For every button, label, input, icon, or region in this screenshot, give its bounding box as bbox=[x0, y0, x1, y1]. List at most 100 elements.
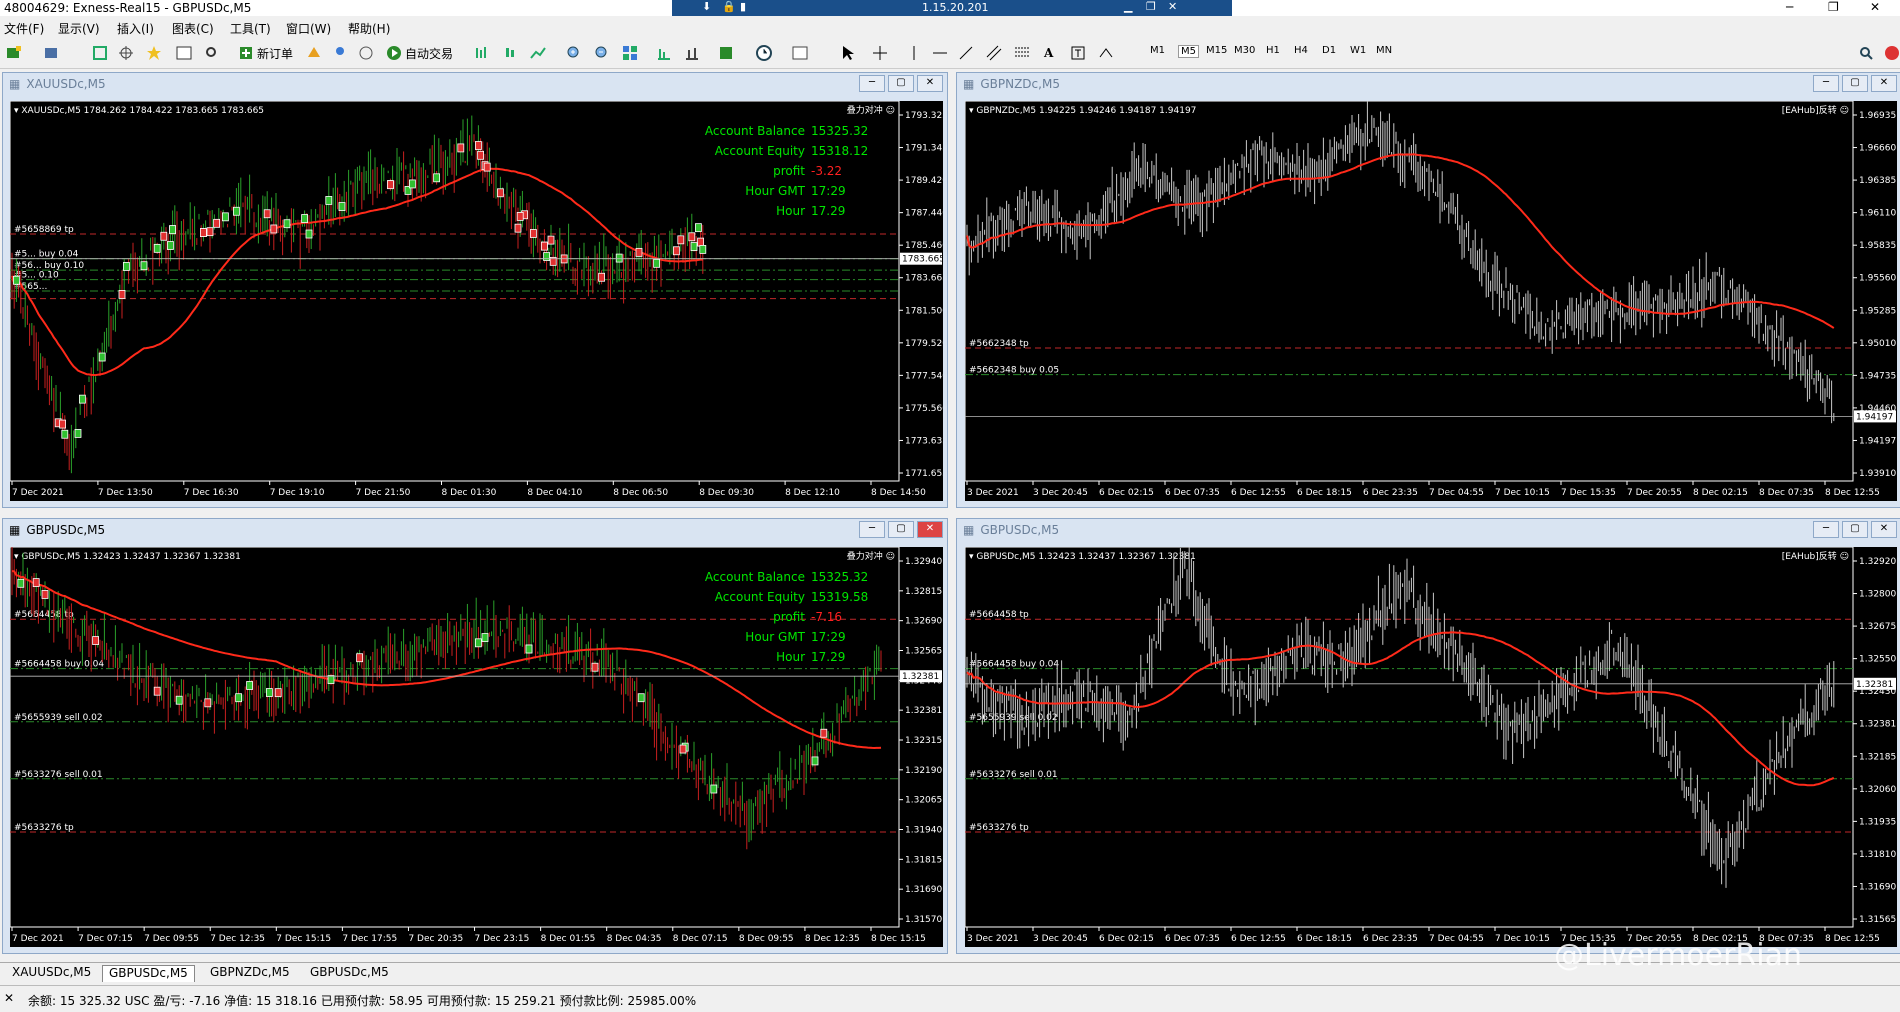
chart-canvas-gbpusd[interactable]: ▾ GBPUSDc,M5 1.32423 1.32437 1.32367 1.3… bbox=[10, 547, 943, 947]
timeframe-m5[interactable]: M5 bbox=[1178, 45, 1199, 58]
wifi-button[interactable] bbox=[358, 44, 374, 62]
trade-marker bbox=[541, 241, 548, 251]
price-label: 1793.325 bbox=[905, 111, 943, 121]
bar-chart-button[interactable] bbox=[474, 44, 490, 62]
fibonacci-button[interactable] bbox=[1014, 44, 1030, 62]
tab-gbpnzd[interactable]: GBPNZDc,M5 bbox=[204, 965, 296, 981]
auto-trading-button[interactable]: 自动交易 bbox=[386, 44, 453, 62]
navigator-button[interactable] bbox=[146, 44, 162, 62]
timeframe-m15[interactable]: M15 bbox=[1206, 45, 1227, 56]
vertical-line-button[interactable] bbox=[906, 44, 922, 62]
timeframe-h1[interactable]: H1 bbox=[1266, 45, 1280, 56]
chart-window-xauusd[interactable]: ▦ XAUUSDc,M5 ─ ▢ ✕ ▾ XAUUSDc,M5 1784.262 17… bbox=[2, 72, 948, 508]
close-icon[interactable]: ✕ bbox=[1871, 75, 1897, 92]
profiles-button[interactable] bbox=[44, 44, 60, 62]
menu-file[interactable]: 文件(F) bbox=[4, 20, 44, 37]
horizontal-line-button[interactable] bbox=[932, 44, 948, 62]
tile-windows-button[interactable] bbox=[622, 44, 638, 62]
new-chart-button[interactable] bbox=[6, 44, 22, 62]
close-icon[interactable]: ✕ bbox=[1871, 521, 1897, 538]
chart-window-gbpusd[interactable]: ▦ GBPUSDc,M5 ─ ▢ ✕ ▾ GBPUSDc,M5 1.32423 1.3… bbox=[956, 518, 1900, 954]
lock-icon[interactable]: 🔒 bbox=[722, 0, 736, 13]
chart-canvas-gbpusd-2[interactable]: ▾ GBPUSDc,M5 1.32423 1.32437 1.32367 1.3… bbox=[965, 547, 1897, 947]
timeframe-d1[interactable]: D1 bbox=[1322, 45, 1336, 56]
close-icon[interactable]: ✕ bbox=[1870, 0, 1880, 14]
close-icon[interactable]: ✕ bbox=[1168, 0, 1177, 13]
menu-help[interactable]: 帮助(H) bbox=[348, 20, 390, 37]
candles-button[interactable] bbox=[502, 44, 518, 62]
menu-insert[interactable]: 插入(I) bbox=[117, 20, 154, 37]
metaeditor-button[interactable] bbox=[306, 44, 322, 62]
chart-window-gbpusd-active[interactable]: ▦ GBPUSDc,M5 ─ ▢ ✕ ▾ GBPUSDc,M5 1.32423 1.3… bbox=[2, 518, 948, 954]
info-label: Hour bbox=[776, 204, 805, 218]
chart-window-gbpnzd[interactable]: ▦ GBPNZDc,M5 ─ ▢ ✕ ▾ GBPNZDc,M5 1.94225 1.9… bbox=[956, 72, 1900, 508]
market-watch-button[interactable] bbox=[92, 44, 108, 62]
trade-marker bbox=[695, 223, 702, 233]
channel-button[interactable] bbox=[986, 44, 1002, 62]
menu-tools[interactable]: 工具(T) bbox=[230, 20, 271, 37]
window-controls: ─ ❐ ✕ bbox=[1770, 0, 1900, 16]
minimize-icon[interactable]: ─ bbox=[859, 75, 885, 92]
new-order-button[interactable]: 新订单 bbox=[238, 44, 293, 62]
restore-icon[interactable]: ❐ bbox=[1828, 0, 1839, 14]
connection-bar[interactable]: ⬇ 🔒 ▮ 1.15.20.201 ▁ ❐ ✕ bbox=[672, 0, 1232, 16]
vertical-line-icon bbox=[913, 46, 915, 60]
search-button[interactable] bbox=[1858, 44, 1874, 62]
tester-button[interactable] bbox=[204, 44, 220, 62]
time-label: 7 Dec 04:55 bbox=[1429, 934, 1484, 944]
tab-xauusd[interactable]: XAUUSDc,M5 bbox=[6, 965, 97, 981]
minimize-icon[interactable]: ─ bbox=[1786, 0, 1793, 14]
crosshair-button[interactable] bbox=[872, 44, 888, 62]
menu-window[interactable]: 窗口(W) bbox=[286, 20, 331, 37]
info-value: -7.16 bbox=[811, 610, 842, 624]
timeframe-mn[interactable]: MN bbox=[1376, 45, 1392, 56]
indicators-button[interactable] bbox=[718, 44, 734, 62]
timeframe-m1[interactable]: M1 bbox=[1150, 45, 1165, 56]
trendline-button[interactable] bbox=[958, 44, 974, 62]
periods-button[interactable] bbox=[756, 44, 772, 62]
minimize-icon[interactable]: ▁ bbox=[1124, 0, 1132, 13]
timeframe-w1[interactable]: W1 bbox=[1350, 45, 1366, 56]
data-window-button[interactable] bbox=[118, 44, 134, 62]
terminal-button[interactable] bbox=[176, 44, 192, 62]
tab-gbpusd-2[interactable]: GBPUSDc,M5 bbox=[304, 965, 395, 981]
maximize-icon[interactable]: ▢ bbox=[888, 521, 914, 538]
maximize-icon[interactable]: ▢ bbox=[1842, 521, 1868, 538]
text-button[interactable]: A bbox=[1044, 44, 1053, 62]
timeframe-m30[interactable]: M30 bbox=[1234, 45, 1255, 56]
close-icon[interactable]: ✕ bbox=[917, 521, 943, 538]
arrows-button[interactable] bbox=[1098, 44, 1114, 62]
restore-icon[interactable]: ❐ bbox=[1146, 0, 1156, 13]
minimize-icon[interactable]: ─ bbox=[859, 521, 885, 538]
alert-button[interactable] bbox=[1884, 44, 1900, 62]
menu-charts[interactable]: 图表(C) bbox=[172, 20, 214, 37]
maximize-icon[interactable]: ▢ bbox=[888, 75, 914, 92]
chart-canvas-xauusd[interactable]: ▾ XAUUSDc,M5 1784.262 1784.422 1783.665 … bbox=[10, 101, 943, 501]
zoom-out-icon bbox=[595, 46, 607, 58]
trade-marker bbox=[274, 688, 282, 698]
zoom-out-button[interactable] bbox=[594, 44, 610, 62]
chevron-down-icon[interactable]: ⬇ bbox=[702, 0, 711, 13]
chart-canvas-gbpnzd[interactable]: ▾ GBPNZDc,M5 1.94225 1.94246 1.94187 1.9… bbox=[965, 101, 1897, 501]
trade-marker bbox=[699, 245, 707, 254]
info-value: -3.22 bbox=[811, 164, 842, 178]
price-label: 1.31690 bbox=[1859, 882, 1896, 892]
close-icon[interactable]: ✕ bbox=[4, 991, 14, 1005]
timeframe-h4[interactable]: H4 bbox=[1294, 45, 1308, 56]
tab-gbpusd[interactable]: GBPUSDc,M5 bbox=[102, 965, 195, 982]
cursor-button[interactable] bbox=[840, 44, 856, 62]
trade-marker bbox=[483, 162, 491, 172]
price-label: 1.95285 bbox=[1859, 306, 1896, 316]
menu-view[interactable]: 显示(V) bbox=[58, 20, 100, 37]
line-chart-button[interactable] bbox=[530, 44, 546, 62]
label-button[interactable] bbox=[1070, 44, 1086, 62]
minimize-icon[interactable]: ─ bbox=[1813, 75, 1839, 92]
minimize-icon[interactable]: ─ bbox=[1813, 521, 1839, 538]
chart-shift-button[interactable] bbox=[684, 44, 700, 62]
templates-button[interactable] bbox=[792, 44, 808, 62]
signals-button[interactable] bbox=[332, 44, 348, 62]
zoom-in-button[interactable] bbox=[566, 44, 582, 62]
close-icon[interactable]: ✕ bbox=[917, 75, 943, 92]
maximize-icon[interactable]: ▢ bbox=[1842, 75, 1868, 92]
auto-scroll-button[interactable] bbox=[656, 44, 672, 62]
